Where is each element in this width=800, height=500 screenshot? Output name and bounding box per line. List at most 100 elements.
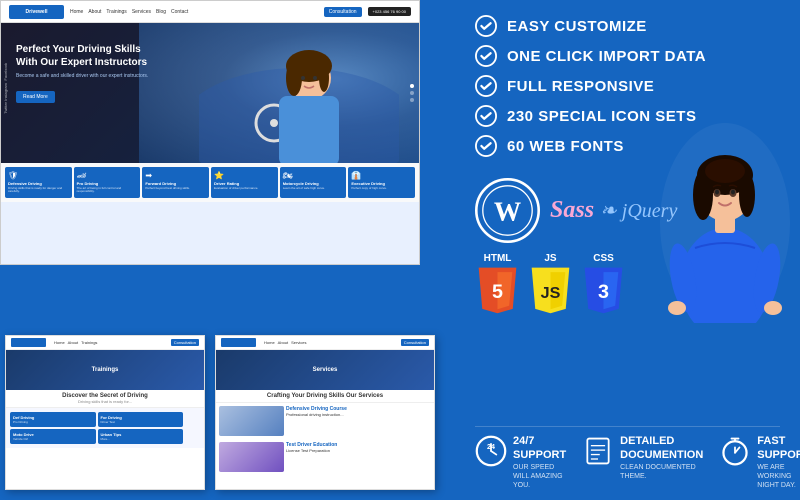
mini-logo-2 xyxy=(221,338,256,347)
dot-2[interactable] xyxy=(410,91,414,95)
service-card-2[interactable]: ➡ Forward Driving Perfect beyond best dr… xyxy=(142,167,209,198)
mini-hero-2: Services xyxy=(216,350,434,390)
hero-section: Facebook Instagram Twitter Perfect Your … xyxy=(1,23,419,163)
feature-label-4: 60 WEB FONTS xyxy=(507,138,624,155)
mini-service-text-0: Professional driving instruction... xyxy=(286,412,347,418)
feature-label-1: ONE CLICK IMPORT DATA xyxy=(507,48,706,65)
js-badge: JS JS xyxy=(528,253,573,316)
fast-subtitle: WE ARE WORKING NIGHT DAY. xyxy=(757,463,800,490)
nav-link-blog[interactable]: Blog xyxy=(156,9,166,15)
mini-btn-1[interactable]: Consultation xyxy=(171,339,199,346)
html5-badge: HTML 5 xyxy=(475,253,520,316)
right-panel: EASY CUSTOMIZE ONE CLICK IMPORT DATA FUL… xyxy=(450,0,800,500)
mini-nav-1: Home About Trainings Consultation xyxy=(6,336,204,350)
nav-link-services[interactable]: Services xyxy=(132,9,151,15)
css3-label: CSS xyxy=(593,253,614,264)
service-icon-2: ➡ xyxy=(145,171,206,180)
feature-label-0: EASY CUSTOMIZE xyxy=(507,18,647,35)
service-card-4[interactable]: 🏍 Motorcycle Driving Learn the art of sa… xyxy=(280,167,347,198)
hero-text: Perfect Your Driving SkillsWith Our Expe… xyxy=(16,43,148,103)
mini-services-subtitle: Crafting Your Driving Skills Our Service… xyxy=(219,393,431,399)
mini-nav-2: Home About Services Consultation xyxy=(216,336,434,350)
service-card-5[interactable]: 👔 Executive Driving Perfect copy of high… xyxy=(348,167,415,198)
feature-item-0: EASY CUSTOMIZE xyxy=(475,15,780,37)
js-shield: JS xyxy=(528,264,573,316)
service-card-3[interactable]: ⭐ Driver Rating Evaluation of driver per… xyxy=(211,167,278,198)
mini-card-desc-2: Vehicle Ctrl xyxy=(13,437,93,441)
service-icon-5: 👔 xyxy=(351,171,412,180)
fast-title: FAST SUPPORT xyxy=(757,435,800,461)
logo-text: Drivewell xyxy=(26,9,48,15)
hero-cta-button[interactable]: Read More xyxy=(16,91,55,103)
svg-text:W: W xyxy=(494,196,521,226)
service-desc-3: Evaluation of driver performance. xyxy=(214,187,275,191)
feature-item-2: FULL RESPONSIVE xyxy=(475,75,780,97)
left-panel: Drivewell Home About Trainings Services … xyxy=(0,0,450,500)
hero-title: Perfect Your Driving SkillsWith Our Expe… xyxy=(16,43,148,69)
css3-shield: 3 xyxy=(581,264,626,316)
support-title: 24/7 SUPPORT xyxy=(513,435,566,461)
js-label: JS xyxy=(544,253,556,264)
docs-title: DETAILED DOCUMENTION xyxy=(620,435,703,461)
mini-link-2: About xyxy=(68,340,78,345)
docs-subtitle: CLEAN DOCUMENTED THEME. xyxy=(620,463,703,481)
service-icon-1: 🏎 xyxy=(77,171,138,180)
html5-shield: 5 xyxy=(475,264,520,316)
service-cards: 🛡 Defensive Driving Driving skills that … xyxy=(1,163,419,202)
tech-stack: W Sass ❧ jQuery xyxy=(475,178,780,426)
mini-link-s1: Home xyxy=(264,340,275,345)
social-facebook: Facebook xyxy=(3,63,8,81)
bottom-item-docs: DETAILED DOCUMENTION CLEAN DOCUMENTED TH… xyxy=(582,435,703,490)
nav-link-trainings[interactable]: Trainings xyxy=(106,9,126,15)
nav-links: Home About Trainings Services Blog Conta… xyxy=(70,9,188,15)
feature-item-1: ONE CLICK IMPORT DATA xyxy=(475,45,780,67)
mini-card-3: Urban Tips More... xyxy=(98,429,184,444)
mini-card-2: Moto Drive Vehicle Ctrl xyxy=(10,429,96,444)
timer-icon xyxy=(719,435,751,467)
mini-card-desc-1: Driver Test xyxy=(101,420,181,424)
check-icon-4 xyxy=(475,135,497,157)
bottom-item-fast: FAST SUPPORT WE ARE WORKING NIGHT DAY. xyxy=(719,435,800,490)
mini-services-title: Services xyxy=(313,367,338,373)
mini-link-s3: Services xyxy=(291,340,306,345)
social-twitter: Twitter xyxy=(3,102,8,114)
social-sidebar: Facebook Instagram Twitter xyxy=(3,63,8,114)
mini-cards: Def Driving Pro Driving For Driving Driv… xyxy=(6,408,204,448)
mini-service-img-0 xyxy=(219,406,284,436)
social-instagram: Instagram xyxy=(3,83,8,101)
nav-logo: Drivewell xyxy=(9,5,64,19)
support-content: 24/7 SUPPORT OUR SPEED WILL AMAZING YOU. xyxy=(513,435,566,490)
hero-person-image xyxy=(199,28,399,163)
service-desc-2: Perfect beyond best driving skills. xyxy=(145,187,206,191)
svg-text:3: 3 xyxy=(598,281,609,303)
svg-text:5: 5 xyxy=(492,281,503,303)
nav-link-about[interactable]: About xyxy=(88,9,101,15)
nav-link-contact[interactable]: Contact xyxy=(171,9,188,15)
person-svg xyxy=(655,113,795,323)
mini-card-0: Def Driving Pro Driving xyxy=(10,412,96,427)
docs-content: DETAILED DOCUMENTION CLEAN DOCUMENTED TH… xyxy=(620,435,703,481)
service-card-1[interactable]: 🏎 Pro Driving The art of being in full c… xyxy=(74,167,141,198)
mini-service-img-1 xyxy=(219,442,284,472)
clock-24-icon: 24 xyxy=(475,435,507,467)
mini-trainings-title: Trainings xyxy=(92,367,119,373)
wordpress-logo: W xyxy=(475,178,540,243)
document-icon xyxy=(582,435,614,467)
nav-consultation-btn[interactable]: Consultation xyxy=(324,7,362,17)
nav-link-home[interactable]: Home xyxy=(70,9,83,15)
dot-3[interactable] xyxy=(410,98,414,102)
check-icon-1 xyxy=(475,45,497,67)
mini-service-row: Defensive Driving Course Professional dr… xyxy=(216,403,434,439)
screenshot-trainings: Home About Trainings Consultation Traini… xyxy=(5,335,205,490)
dot-1[interactable] xyxy=(410,84,414,88)
mini-btn-2[interactable]: Consultation xyxy=(401,339,429,346)
mini-link-s2: About xyxy=(278,340,288,345)
check-icon-3 xyxy=(475,105,497,127)
service-icon-3: ⭐ xyxy=(214,171,275,180)
main-screenshot: Drivewell Home About Trainings Services … xyxy=(0,0,420,265)
page-container: Drivewell Home About Trainings Services … xyxy=(0,0,800,500)
check-icon-2 xyxy=(475,75,497,97)
sass-logo: Sass xyxy=(550,197,594,224)
service-card-0[interactable]: 🛡 Defensive Driving Driving skills that … xyxy=(5,167,72,198)
bottom-item-support: 24 24/7 SUPPORT OUR SPEED WILL AMAZING Y… xyxy=(475,435,566,490)
